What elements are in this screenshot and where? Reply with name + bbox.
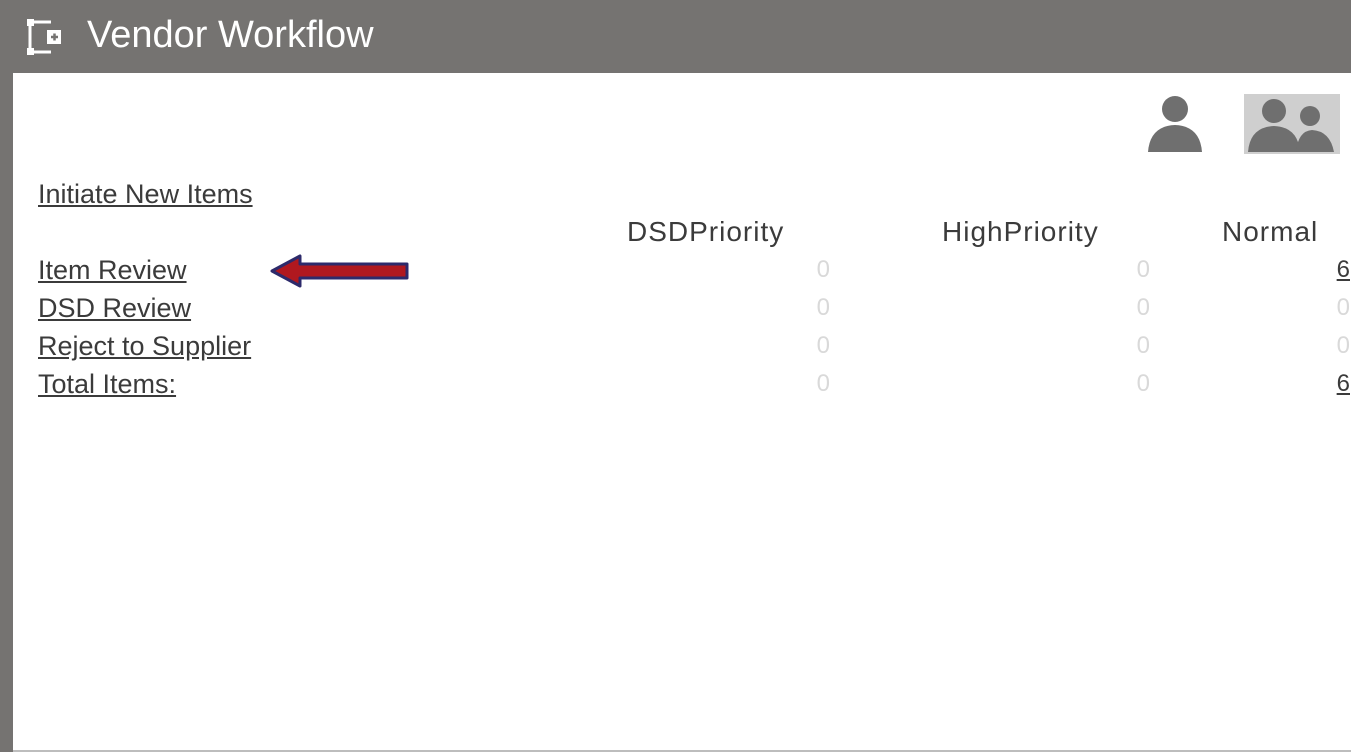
dsd-review-highpriority: 0 — [1136, 294, 1150, 321]
dsd-review-normal: 0 — [1336, 294, 1350, 321]
item-review-normal-link[interactable]: 6 — [1290, 254, 1350, 286]
col-header-dsdpriority: DSDPriority — [627, 216, 785, 247]
col-header-normal: Normal — [1222, 216, 1319, 247]
dsd-review-dsdpriority: 0 — [816, 294, 830, 321]
total-normal-link[interactable]: 6 — [1290, 368, 1350, 400]
item-review-highpriority: 0 — [1136, 256, 1150, 283]
panel-title: Vendor Workflow — [87, 14, 374, 56]
dsd-review-link[interactable]: DSD Review — [38, 292, 191, 324]
total-highpriority: 0 — [1136, 370, 1150, 397]
col-header-highpriority: HighPriority — [942, 216, 1099, 247]
workflow-icon — [27, 19, 61, 55]
total-items-link[interactable]: Total Items: — [38, 368, 176, 400]
initiate-new-items-link[interactable]: Initiate New Items — [38, 178, 253, 210]
reject-normal: 0 — [1336, 332, 1350, 359]
reject-to-supplier-link[interactable]: Reject to Supplier — [38, 330, 251, 362]
total-dsdpriority: 0 — [816, 370, 830, 397]
item-review-link[interactable]: Item Review — [38, 254, 187, 286]
item-review-dsdpriority: 0 — [816, 256, 830, 283]
user-icon[interactable] — [1146, 94, 1204, 154]
reject-dsdpriority: 0 — [816, 332, 830, 359]
panel-header: Vendor Workflow — [0, 0, 1351, 73]
group-icon[interactable] — [1244, 94, 1340, 154]
panel-left-border — [0, 0, 13, 752]
vendor-workflow-panel: Vendor Workflow Initiate New Items DSDPr… — [0, 0, 1351, 752]
reject-highpriority: 0 — [1136, 332, 1150, 359]
arrow-left-icon — [270, 254, 409, 288]
